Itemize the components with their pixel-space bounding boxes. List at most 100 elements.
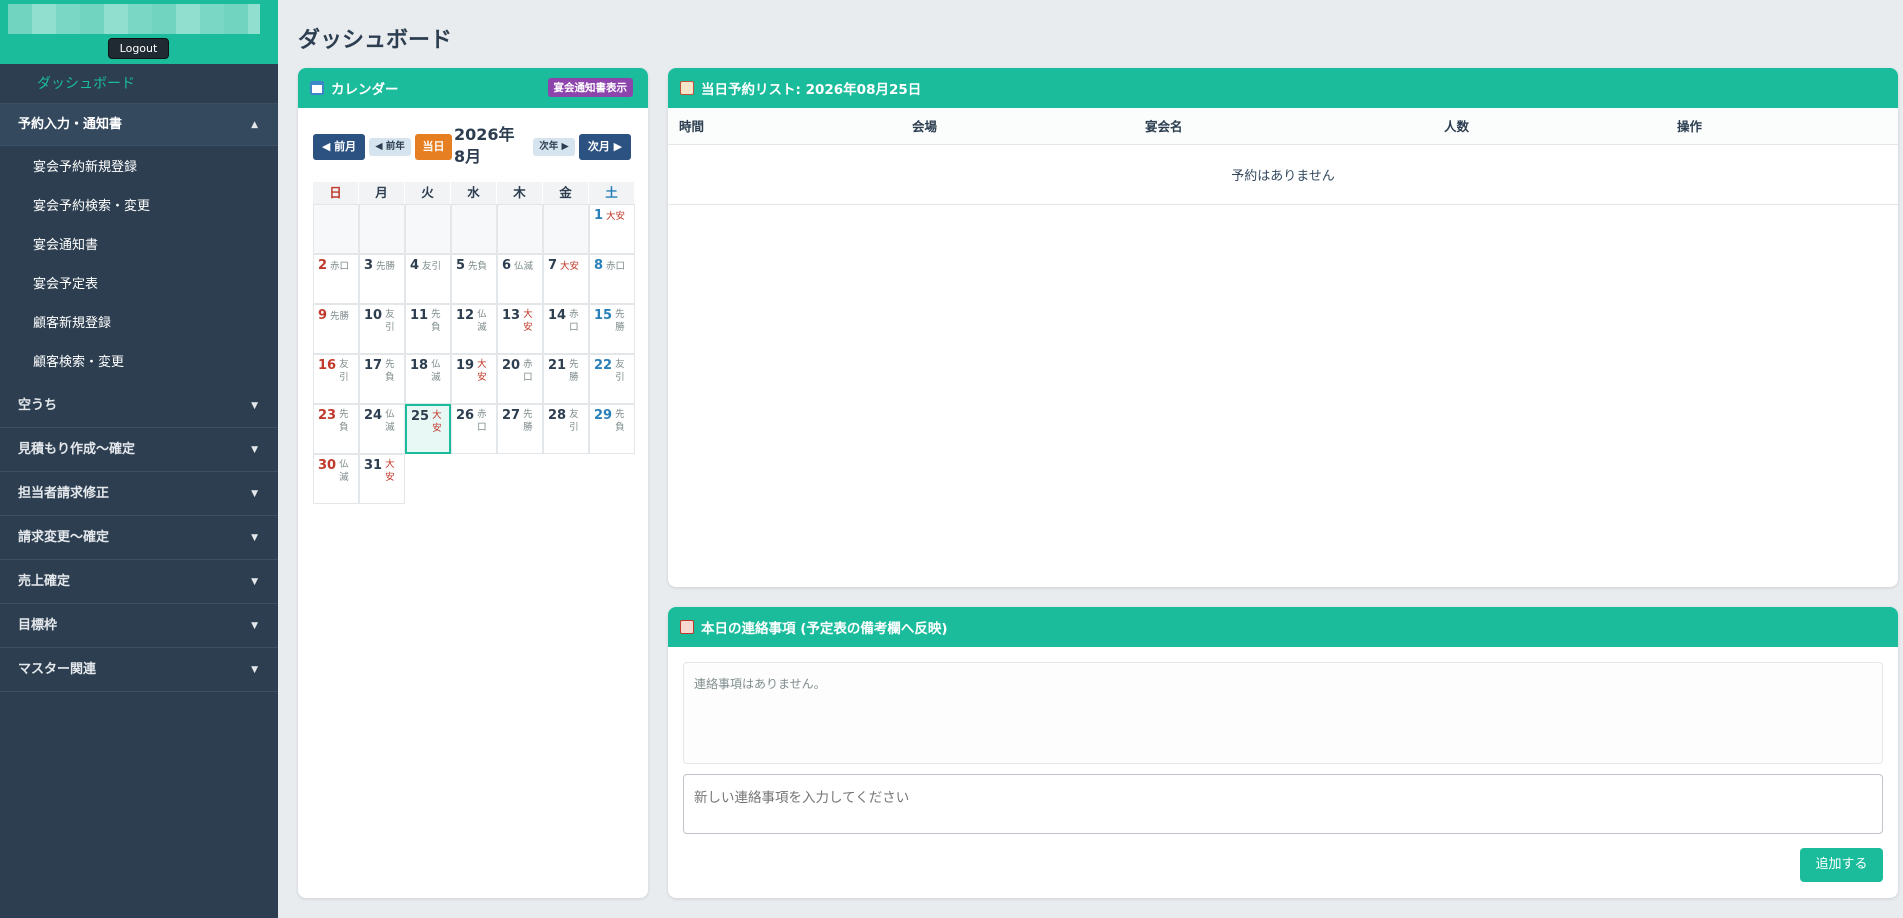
calendar-day[interactable]: 17 先負 (359, 354, 405, 404)
weekday-label: 月 (359, 182, 405, 204)
calendar-title: カレンダー (331, 82, 399, 98)
calendar-card-header: カレンダー 宴会通知書表示 (298, 68, 648, 108)
sidebar-item-new-customer[interactable]: 顧客新規登録 (0, 304, 278, 343)
next-month-button[interactable]: 次月 ▶ (579, 134, 631, 160)
chevron-up-icon: ▲ (251, 119, 258, 130)
calendar-day[interactable]: 30 仏滅 (313, 454, 359, 504)
prev-year-button[interactable]: ◀ 前年 (369, 138, 411, 156)
sidebar-section-estimate[interactable]: 見積もり作成〜確定 ▼ (0, 428, 278, 472)
rokuyo-label: 先勝 (569, 359, 579, 383)
banquet-notice-button[interactable]: 宴会通知書表示 (547, 78, 633, 97)
notes-card-header: 本日の連絡事項 (予定表の備考欄へ反映) (668, 607, 1898, 647)
day-number: 18 (410, 358, 429, 373)
today-button[interactable]: 当日 (415, 134, 452, 160)
weekday-label: 火 (405, 182, 451, 204)
calendar-day[interactable]: 12 仏滅 (451, 304, 497, 354)
memo-icon (680, 620, 694, 634)
calendar-day[interactable]: 24 仏滅 (359, 404, 405, 454)
rokuyo-label: 友引 (339, 359, 349, 383)
chevron-down-icon: ▼ (251, 444, 258, 455)
sidebar-section-label: 見積もり作成〜確定 (18, 441, 136, 457)
column-count: 人数 (1433, 108, 1666, 145)
day-number: 25 (411, 409, 430, 424)
calendar-day[interactable]: 18 仏滅 (405, 354, 451, 404)
calendar-day[interactable]: 20 赤口 (497, 354, 543, 404)
reservation-list-card: 当日予約リスト: 2026年08月25日 時間 会場 宴会名 人数 操作 予約は… (668, 68, 1898, 587)
user-name-blurred (8, 4, 260, 34)
rokuyo-label: 赤口 (569, 309, 579, 333)
calendar-day[interactable]: 14 赤口 (543, 304, 589, 354)
logout-button[interactable]: Logout (108, 38, 169, 59)
sidebar-item-search-customer[interactable]: 顧客検索・変更 (0, 343, 278, 382)
calendar-day[interactable]: 7 大安 (543, 254, 589, 304)
calendar-day[interactable]: 11 先負 (405, 304, 451, 354)
weekday-label: 水 (451, 182, 497, 204)
calendar-nav: ◀ 前月 ◀ 前年 当日 2026年8月 次年 ▶ 次月 ▶ (313, 125, 633, 172)
calendar-day[interactable]: 19 大安 (451, 354, 497, 404)
page-title: ダッシュボード (298, 28, 453, 53)
rokuyo-label: 友引 (385, 309, 395, 333)
calendar-day[interactable]: 28 友引 (543, 404, 589, 454)
day-number: 8 (594, 258, 604, 273)
sidebar-item-banquet-notice[interactable]: 宴会通知書 (0, 226, 278, 265)
calendar-day[interactable]: 23 先負 (313, 404, 359, 454)
next-year-button[interactable]: 次年 ▶ (533, 138, 575, 156)
calendar-days: 1 大安 2 赤口 3 先勝 4 友引 5 先負 6 仏滅 7 大安 8 赤口 9 先勝 10 友引 11 先負 12 仏滅 1… (313, 204, 635, 504)
rokuyo-label: 大安 (523, 309, 533, 333)
sidebar-header: Logout (0, 0, 278, 64)
calendar-day[interactable]: 31 大安 (359, 454, 405, 504)
calendar-day[interactable]: 25 大安 (405, 404, 451, 454)
prev-month-button[interactable]: ◀ 前月 (313, 134, 365, 160)
calendar-day[interactable]: 6 仏滅 (497, 254, 543, 304)
column-venue: 会場 (901, 108, 1134, 145)
calendar-day[interactable]: 27 先勝 (497, 404, 543, 454)
calendar-day[interactable]: 21 先勝 (543, 354, 589, 404)
calendar-day[interactable]: 1 大安 (589, 204, 635, 254)
calendar-day[interactable]: 9 先勝 (313, 304, 359, 354)
day-number: 12 (456, 308, 475, 323)
day-number: 26 (456, 408, 475, 423)
calendar-day[interactable]: 10 友引 (359, 304, 405, 354)
table-row: 予約はありません (668, 144, 1898, 205)
month-label: 2026年8月 (454, 125, 515, 166)
sidebar-item-banquet-schedule[interactable]: 宴会予定表 (0, 265, 278, 304)
sidebar-section-reservation[interactable]: 予約入力・通知書 ▲ (0, 104, 278, 146)
sidebar-item-new-banquet[interactable]: 宴会予約新規登録 (0, 148, 278, 187)
chevron-down-icon: ▼ (251, 532, 258, 543)
day-number: 15 (594, 308, 613, 323)
new-note-input[interactable] (683, 774, 1883, 834)
calendar-day[interactable]: 29 先負 (589, 404, 635, 454)
day-number: 2 (318, 258, 328, 273)
calendar-day[interactable]: 4 友引 (405, 254, 451, 304)
rokuyo-label: 赤口 (477, 409, 487, 433)
rokuyo-label: 大安 (432, 410, 442, 434)
calendar-day[interactable]: 3 先勝 (359, 254, 405, 304)
calendar-day[interactable]: 16 友引 (313, 354, 359, 404)
column-banquet-name: 宴会名 (1134, 108, 1433, 145)
sidebar-section-billing-fix[interactable]: 担当者請求修正 ▼ (0, 472, 278, 516)
sidebar-section-billing-change[interactable]: 請求変更〜確定 ▼ (0, 516, 278, 560)
weekday-label: 土 (589, 182, 635, 204)
sidebar-section-label: 予約入力・通知書 (18, 116, 123, 132)
day-number: 16 (318, 358, 337, 373)
sidebar-section-sales[interactable]: 売上確定 ▼ (0, 560, 278, 604)
calendar-day[interactable]: 8 赤口 (589, 254, 635, 304)
calendar-day[interactable]: 2 赤口 (313, 254, 359, 304)
calendar-day[interactable]: 26 赤口 (451, 404, 497, 454)
sidebar-item-dashboard[interactable]: ダッシュボード (0, 64, 278, 104)
sidebar-section-target[interactable]: 目標枠 ▼ (0, 604, 278, 648)
calendar-day[interactable]: 5 先負 (451, 254, 497, 304)
rokuyo-label: 先勝 (330, 311, 350, 322)
calendar-day[interactable]: 22 友引 (589, 354, 635, 404)
calendar-empty-cell (543, 204, 589, 254)
column-time: 時間 (668, 108, 901, 145)
sidebar-section-vacancy[interactable]: 空うち ▼ (0, 384, 278, 428)
calendar-empty-cell (405, 204, 451, 254)
sidebar-section-master[interactable]: マスター関連 ▼ (0, 648, 278, 692)
sidebar-item-search-banquet[interactable]: 宴会予約検索・変更 (0, 187, 278, 226)
rokuyo-label: 友引 (615, 359, 625, 383)
sidebar-section-label: 売上確定 (18, 573, 71, 589)
calendar-day[interactable]: 15 先勝 (589, 304, 635, 354)
add-note-button[interactable]: 追加する (1800, 848, 1883, 882)
calendar-day[interactable]: 13 大安 (497, 304, 543, 354)
